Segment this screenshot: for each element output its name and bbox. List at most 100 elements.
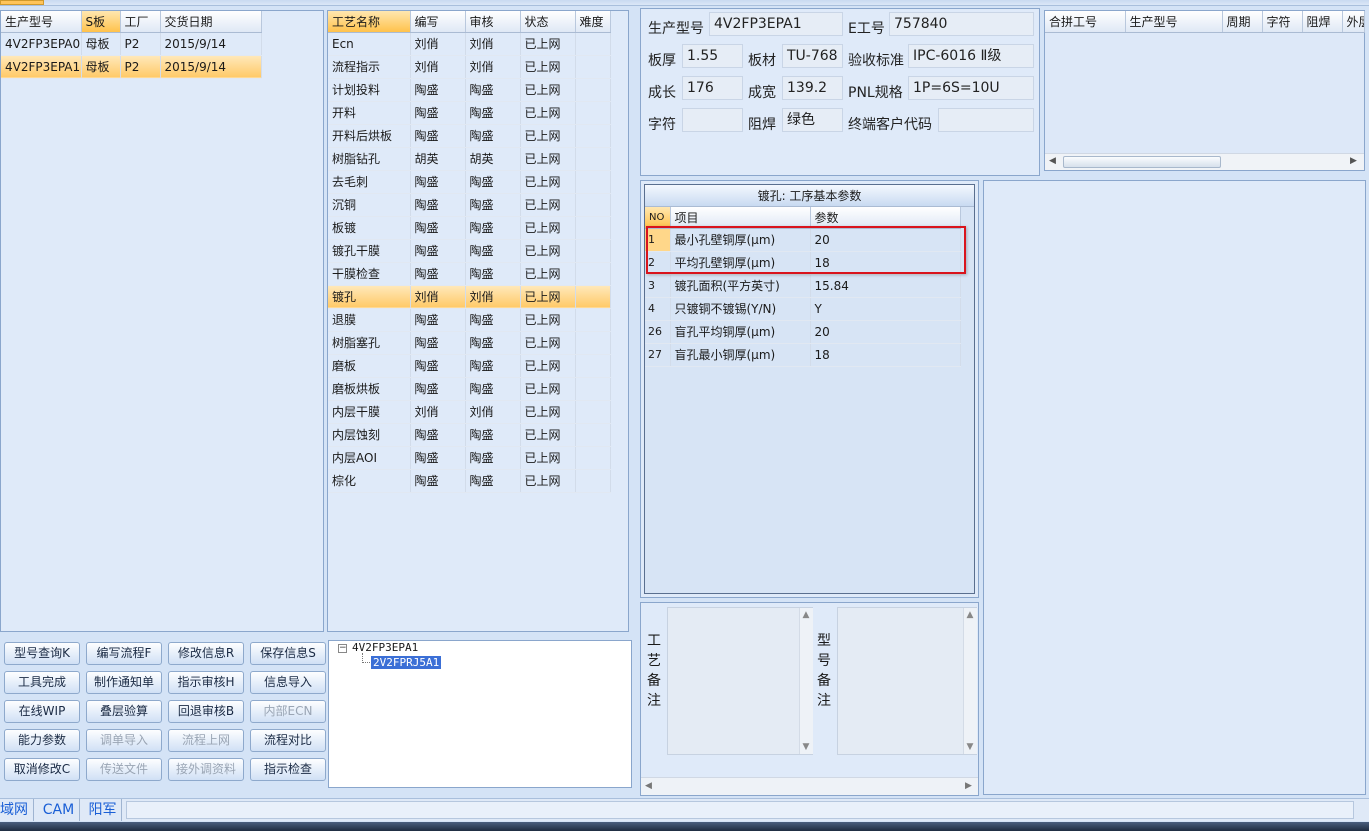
merge-col-model[interactable]: 生产型号: [1125, 11, 1223, 33]
table-row[interactable]: 棕化 陶盛 陶盛 已上网: [328, 469, 611, 493]
action-button-0-2[interactable]: 修改信息R: [168, 642, 244, 665]
merge-col-cycle[interactable]: 周期: [1222, 11, 1263, 33]
params-col-item[interactable]: 项目: [670, 207, 811, 229]
action-button-2-3[interactable]: 内部ECN: [250, 700, 326, 723]
table-row[interactable]: 去毛刺 陶盛 陶盛 已上网: [328, 170, 611, 194]
tree-expand-icon[interactable]: −: [338, 644, 347, 653]
model-field[interactable]: 4V2FP3EPA1: [709, 12, 843, 36]
table-row[interactable]: 磨板 陶盛 陶盛 已上网: [328, 354, 611, 378]
length-field[interactable]: 176: [682, 76, 743, 100]
table-row[interactable]: 镀孔干膜 陶盛 陶盛 已上网: [328, 239, 611, 263]
action-button-0-0[interactable]: 型号查询K: [4, 642, 80, 665]
pnl-field[interactable]: 1P=6S=10U: [908, 76, 1034, 100]
scroll-down-icon[interactable]: ▼: [963, 742, 977, 752]
merge-hscrollbar[interactable]: ◀ ▶: [1045, 153, 1364, 170]
width-field[interactable]: 139.2: [782, 76, 843, 100]
cell-process-name: 镀孔: [328, 285, 411, 309]
table-row-selected[interactable]: 镀孔 刘俏 刘俏 已上网: [328, 285, 611, 309]
params-title: 镀孔: 工序基本参数: [645, 185, 974, 207]
table-row[interactable]: 内层干膜 刘俏 刘俏 已上网: [328, 400, 611, 424]
process-col-author[interactable]: 编写: [410, 11, 466, 33]
cell-process-status: 已上网: [520, 147, 576, 171]
models-col-factory[interactable]: 工厂: [120, 11, 161, 33]
eno-field[interactable]: 757840: [889, 12, 1034, 36]
process-remark-field[interactable]: ▲ ▼: [667, 607, 813, 755]
action-button-3-1[interactable]: 调单导入: [86, 729, 162, 752]
table-row[interactable]: 沉铜 陶盛 陶盛 已上网: [328, 193, 611, 217]
table-row[interactable]: 计划投料 陶盛 陶盛 已上网: [328, 78, 611, 102]
scroll-thumb[interactable]: [1063, 156, 1221, 168]
table-row[interactable]: 26 盲孔平均铜厚(μm) 20: [645, 320, 961, 344]
merge-col-outer[interactable]: 外层: [1342, 11, 1365, 33]
remarks-hscrollbar[interactable]: ◀ ▶: [641, 777, 978, 795]
models-header-row: 生产型号 S板 工厂 交货日期: [1, 11, 262, 33]
table-row-selected[interactable]: 4V2FP3EPA1 母板 P2 2015/9/14: [1, 55, 262, 79]
action-button-4-0[interactable]: 取消修改C: [4, 758, 80, 781]
table-row[interactable]: 27 盲孔最小铜厚(μm) 18: [645, 343, 961, 367]
action-button-4-1[interactable]: 传送文件: [86, 758, 162, 781]
table-row[interactable]: 磨板烘板 陶盛 陶盛 已上网: [328, 377, 611, 401]
action-button-0-1[interactable]: 编写流程F: [86, 642, 162, 665]
table-row[interactable]: 开料 陶盛 陶盛 已上网: [328, 101, 611, 125]
models-col-model[interactable]: 生产型号: [1, 11, 82, 33]
table-row[interactable]: 4 只镀铜不镀锡(Y/N) Y: [645, 297, 961, 321]
table-row[interactable]: 开料后烘板 陶盛 陶盛 已上网: [328, 124, 611, 148]
scroll-down-icon[interactable]: ▼: [799, 742, 813, 752]
action-button-4-3[interactable]: 指示检查: [250, 758, 326, 781]
model-remark-scrollbar[interactable]: [963, 608, 977, 754]
action-button-3-3[interactable]: 流程对比: [250, 729, 326, 752]
cell-process-reviewer: 陶盛: [465, 446, 521, 470]
table-row[interactable]: 流程指示 刘俏 刘俏 已上网: [328, 55, 611, 79]
customer-field[interactable]: [938, 108, 1034, 132]
standard-field[interactable]: IPC-6016 Ⅱ级: [908, 44, 1034, 68]
scroll-left-arrow-icon[interactable]: ◀: [645, 781, 652, 791]
action-button-2-1[interactable]: 叠层验算: [86, 700, 162, 723]
scroll-up-icon[interactable]: ▲: [963, 610, 977, 620]
width-label: 成宽: [748, 85, 776, 101]
action-button-1-3[interactable]: 信息导入: [250, 671, 326, 694]
action-button-0-3[interactable]: 保存信息S: [250, 642, 326, 665]
process-col-status[interactable]: 状态: [520, 11, 576, 33]
models-col-s-board[interactable]: S板: [81, 11, 121, 33]
table-row[interactable]: Ecn 刘俏 刘俏 已上网: [328, 32, 611, 56]
action-button-1-2[interactable]: 指示审核H: [168, 671, 244, 694]
tree-child-item[interactable]: 2V2FPRJ5A1: [371, 656, 442, 669]
table-row[interactable]: 3 镀孔面积(平方英寸) 15.84: [645, 274, 961, 298]
table-row[interactable]: 树脂钻孔 胡英 胡英 已上网: [328, 147, 611, 171]
model-remark-field[interactable]: ▲ ▼: [837, 607, 977, 755]
mask-field[interactable]: 绿色: [782, 108, 843, 132]
action-button-4-2[interactable]: 接外调资料: [168, 758, 244, 781]
process-remark-scrollbar[interactable]: [799, 608, 813, 754]
process-col-name[interactable]: 工艺名称: [328, 11, 411, 33]
table-row[interactable]: 板镀 陶盛 陶盛 已上网: [328, 216, 611, 240]
action-button-2-0[interactable]: 在线WIP: [4, 700, 80, 723]
material-field[interactable]: TU-768: [782, 44, 843, 68]
params-col-value[interactable]: 参数: [810, 207, 961, 229]
scroll-right-arrow-icon[interactable]: ▶: [1350, 156, 1357, 166]
process-col-reviewer[interactable]: 审核: [465, 11, 521, 33]
cell-process-author: 陶盛: [410, 193, 466, 217]
scroll-right-arrow-icon[interactable]: ▶: [965, 781, 972, 791]
thickness-field[interactable]: 1.55: [682, 44, 743, 68]
models-col-delivery[interactable]: 交货日期: [160, 11, 262, 33]
action-button-1-1[interactable]: 制作通知单: [86, 671, 162, 694]
action-button-3-0[interactable]: 能力参数: [4, 729, 80, 752]
table-row[interactable]: 树脂塞孔 陶盛 陶盛 已上网: [328, 331, 611, 355]
merge-col-char[interactable]: 字符: [1262, 11, 1303, 33]
top-tab-remnant[interactable]: [0, 0, 44, 5]
merge-col-mask[interactable]: 阻焊: [1302, 11, 1343, 33]
action-button-1-0[interactable]: 工具完成: [4, 671, 80, 694]
table-row[interactable]: 内层蚀刻 陶盛 陶盛 已上网: [328, 423, 611, 447]
scroll-left-arrow-icon[interactable]: ◀: [1049, 156, 1056, 166]
scroll-up-icon[interactable]: ▲: [799, 610, 813, 620]
char-field[interactable]: [682, 108, 743, 132]
table-row[interactable]: 干膜检查 陶盛 陶盛 已上网: [328, 262, 611, 286]
params-col-no[interactable]: NO: [645, 207, 671, 229]
table-row[interactable]: 退膜 陶盛 陶盛 已上网: [328, 308, 611, 332]
table-row[interactable]: 内层AOI 陶盛 陶盛 已上网: [328, 446, 611, 470]
action-button-2-2[interactable]: 回退审核B: [168, 700, 244, 723]
process-col-difficulty[interactable]: 难度: [575, 11, 611, 33]
action-button-3-2[interactable]: 流程上网: [168, 729, 244, 752]
table-row[interactable]: 4V2FP3EPA0 母板 P2 2015/9/14: [1, 32, 262, 56]
merge-col-job[interactable]: 合拼工号: [1045, 11, 1126, 33]
